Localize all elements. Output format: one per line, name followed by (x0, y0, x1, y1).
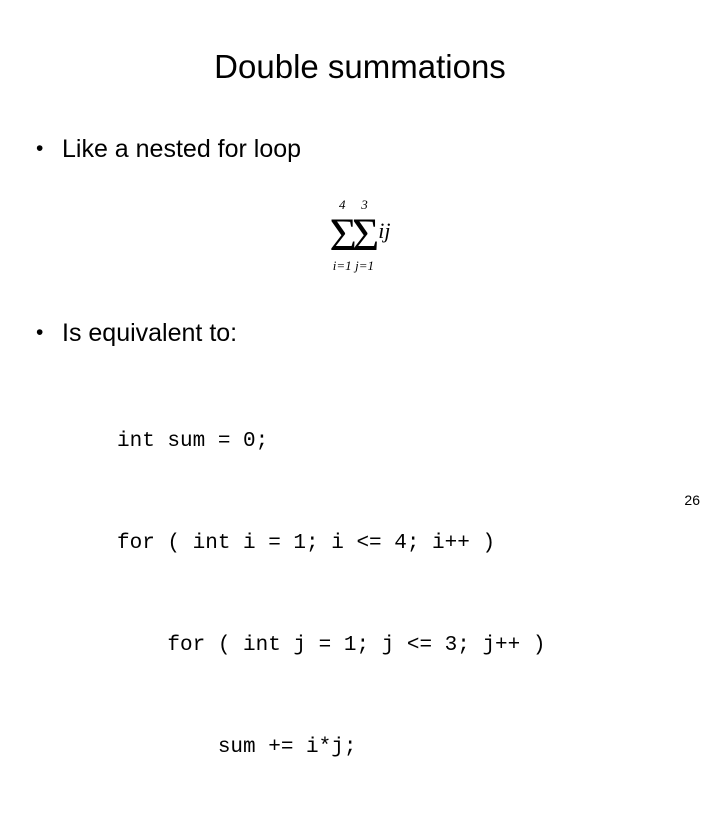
bullet-marker-icon: • (36, 137, 44, 160)
formula-inner: 4 Σ i=1 3 Σ j=1 ij (330, 198, 391, 273)
bullet-label: Like a nested for loop (62, 135, 302, 163)
code-line: for ( int i = 1; i <= 4; i++ ) (117, 532, 496, 555)
bullet-label: Is equivalent to: (62, 319, 238, 347)
double-summation-formula: 4 Σ i=1 3 Σ j=1 ij (0, 196, 720, 288)
page-number: 26 (684, 492, 700, 508)
bullet-item-is-equivalent-to: • Is equivalent to: (36, 317, 237, 349)
page-title: Double summations (214, 48, 506, 85)
code-line: for ( int j = 1; j <= 3; j++ ) (117, 634, 546, 657)
sigma-icon: Σ (351, 209, 379, 261)
slide-canvas: Double summations • Like a nested for lo… (0, 0, 720, 759)
code-line: sum += i*j; (117, 736, 357, 759)
bullet-marker-icon: • (36, 321, 44, 344)
outer-lower-limit: i=1 (332, 258, 352, 273)
formula-operand: ij (378, 218, 391, 243)
inner-lower-limit: j=1 (355, 258, 374, 273)
code-snippet: int sum = 0; for ( int i = 1; i <= 4; i+… (117, 357, 545, 833)
code-line: int sum = 0; (117, 430, 269, 453)
inner-summation: 3 Σ j=1 (351, 198, 379, 273)
bullet-item-nested-for-loop: • Like a nested for loop (36, 133, 301, 165)
